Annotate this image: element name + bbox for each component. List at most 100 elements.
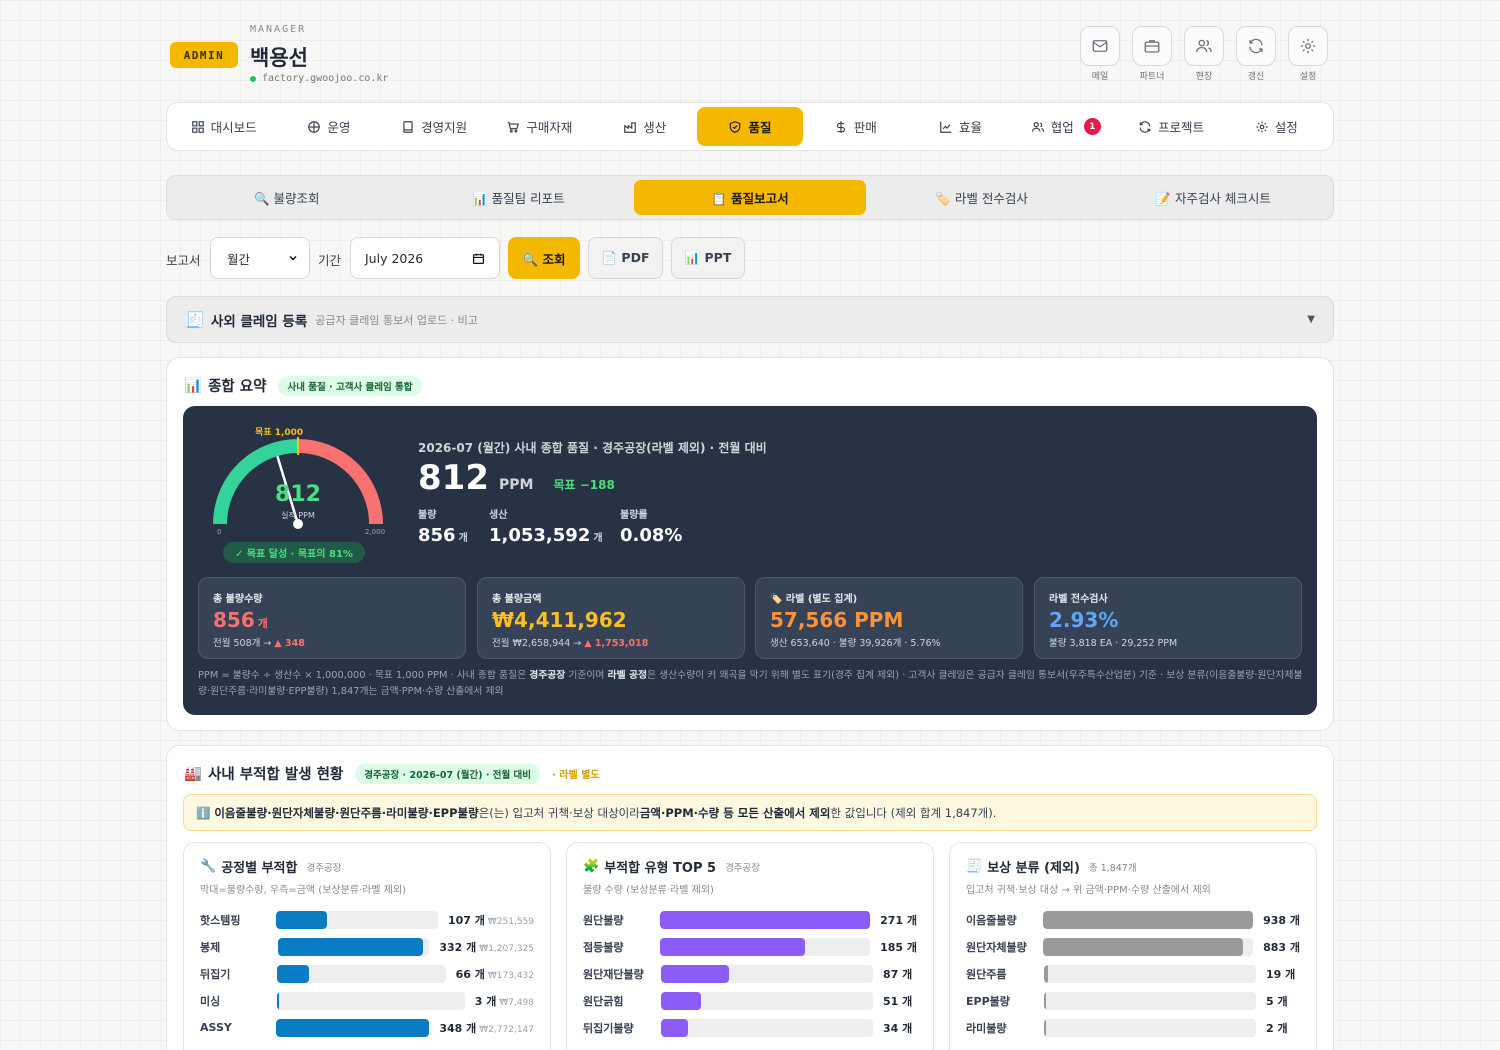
ppt-button[interactable]: 📊 PPT [671,237,745,279]
users-icon [1196,39,1212,53]
nav-item-settings[interactable]: 설정 [1224,107,1329,146]
admin-badge: ADMIN [170,42,238,68]
bar-label: 뒤집기불량 [583,1021,634,1035]
site-button[interactable]: 현장 [1184,26,1224,82]
bar-fill [661,991,701,1010]
tab-quality-report[interactable]: 📋 품질보고서 [634,180,866,215]
bar-fill [1044,991,1046,1010]
stat-label: 불량 [418,510,437,521]
nav-item-operation[interactable]: 운영 [276,107,381,146]
nav-item-project[interactable]: 프로젝트 [1118,107,1223,146]
bar-label: 원단자체불량 [966,940,1027,954]
bar-value: 87 개 [883,967,913,981]
bar-label: 뒤집기 [200,967,231,981]
nav-item-collab[interactable]: 협업 1 [1013,107,1118,146]
receipt-icon: 🧾 [185,310,205,329]
tab-label-inspection[interactable]: 🏷️ 라벨 전수검사 [866,180,1098,215]
bar-fill [277,937,423,956]
bar-value: 34 개 [883,1021,913,1035]
settings-button[interactable]: 설정 [1288,26,1328,82]
kpi-label-ppm: 🏷️ 라벨 (별도 집계) 57,566 PPM 생산 653,640 · 불량… [755,577,1023,659]
panel-defect-type: 🧩 부적합 유형 TOP 5 경주공장 불량 수량 (보상분류·라벨 제외) 원단불… [566,842,934,1050]
nav-item-dashboard[interactable]: 대시보드 [171,107,276,146]
bar-amount: ₩2,772,147 [479,1024,534,1035]
bar-track [1044,1018,1256,1037]
stat-value: 0.08% [620,525,683,546]
gauge-value-sub: 실적 PPM [281,511,315,520]
mail-label: 메일 [1091,72,1109,82]
nav-item-purchasing[interactable]: 구매자재 [487,107,592,146]
nav-item-production[interactable]: 생산 [592,107,697,146]
bar-label: 라미불량 [966,1021,1007,1035]
summary-title: 종합 요약 [208,379,267,395]
nav-item-management[interactable]: 경영지원 [382,107,487,146]
kpi-value: 57,566 PPM [770,608,904,632]
bar-fill [660,937,805,956]
kpi-value: 856 [213,608,255,632]
gear-icon [1256,120,1268,133]
nav-label: 프로젝트 [1158,120,1205,135]
bar-label: EPP불량 [966,994,1010,1008]
bar-track [661,964,873,983]
kpi-value: ₩4,411,962 [492,608,627,632]
bar-label: 핫스템핑 [200,913,241,927]
bar-fill [1043,937,1243,956]
panel-compensation: 🧾 보상 분류 (제외) 총 1,847개 입고처 귀책·보상 대상 → 위 금액·… [949,842,1317,1050]
panel-subtitle: 총 1,847개 [1088,862,1137,874]
panel-subtitle: 경주공장 [725,862,761,874]
bar-fill [276,910,328,929]
refresh-button[interactable]: 갱신 [1236,26,1276,82]
sub-nav: 🔍 불량조회 📊 품질팀 리포트 📋 품질보고서 🏷️ 라벨 전수검사 📝 자주… [166,175,1334,220]
panel-desc: 막대=불량수량, 우측=금액 (보상분류·라벨 제외) [200,885,407,896]
panel-subtitle: 경주공장 [306,862,342,874]
bar-track [276,964,446,983]
bar-row: 뒤집기불량 34 개 [583,1014,917,1041]
receipt-icon: 🧾 [966,859,983,874]
bar-value: 332 개 ₩1,207,325 [439,940,534,954]
kpi-label-inspection: 라벨 전수검사 2.93% 불량 3,818 EA · 29,252 PPM [1034,577,1302,659]
puzzle-icon: 🧩 [583,859,600,874]
crosshair-icon [308,120,321,133]
bar-label: ASSY [200,1021,232,1034]
mail-button[interactable]: 메일 [1080,26,1120,82]
nav-item-sales[interactable]: 판매 [803,107,908,146]
kpi-label: 총 불량수량 [213,594,263,605]
bar-row: 원단주름 19 개 [966,960,1300,987]
report-type-select[interactable]: 월간 [210,237,310,279]
kpi-value: 2.93% [1049,608,1119,632]
partner-button[interactable]: 파트너 [1132,26,1172,82]
period-input[interactable]: July 2026 [350,237,500,279]
kpi-total-amount: 총 불량금액 ₩4,411,962 전월 ₩2,658,944 → ▲ 1,75… [477,577,745,659]
bar-amount: ₩7,498 [499,997,534,1008]
nav-label: 운영 [327,120,351,135]
tab-quality-team-report[interactable]: 📊 품질팀 리포트 [403,180,635,215]
chevron-down-icon [289,255,297,261]
label-separate-note: · 라벨 별도 [552,770,600,781]
kpi-label: 라벨 전수검사 [1049,594,1108,605]
panel-title: 부적합 유형 TOP 5 [604,861,717,876]
tab-defect-search[interactable]: 🔍 불량조회 [171,180,403,215]
partner-label: 파트너 [1139,72,1165,82]
kpi-total-defects: 총 불량수량 856 개 전월 508개 → ▲ 348 [198,577,466,659]
gauge-value: 812 [275,482,321,507]
tab-self-check-sheet[interactable]: 📝 자주검사 체크시트 [1097,180,1329,215]
bar-value: 271 개 [880,913,917,927]
nav-label: 협업 [1050,120,1074,135]
nav-label: 품질 [748,120,772,135]
bar-row: 미싱 3 개 ₩7,498 [200,987,534,1014]
nav-item-efficiency[interactable]: 효율 [908,107,1013,146]
nav-label: 설정 [1274,120,1298,135]
bar-value: 3 개 ₩7,498 [474,994,534,1008]
search-button[interactable]: 🔍 조회 [508,237,580,279]
gauge-max-label: 2,000 [365,528,386,536]
pdf-button[interactable]: 📄 PDF [588,237,663,279]
achievement-badge: ✓ 목표 달성 · 목표의 81% [223,542,365,563]
kpi-unit: 개 [257,617,268,630]
nonconformance-tag: 경주공장 · 2026-07 (월간) · 전월 대비 [355,763,541,784]
team-icon [1031,121,1044,132]
kpi-sub: 전월 ₩2,658,944 → [492,638,585,649]
nav-item-quality[interactable]: 품질 [697,107,803,146]
dollar-icon [836,120,845,133]
stat-label: 불량률 [620,510,648,521]
claim-register-toggle[interactable]: 🧾 사외 클레임 등록 공급자 클레임 통보서 업로드 · 비고 ▼ [166,296,1334,343]
